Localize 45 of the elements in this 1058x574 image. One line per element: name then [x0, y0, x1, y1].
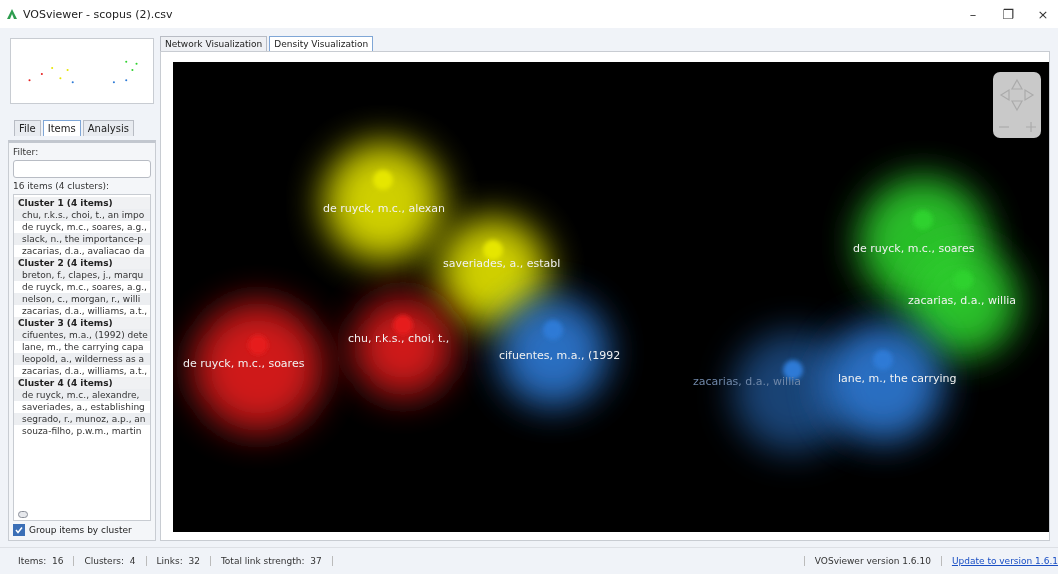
filter-field[interactable]: [13, 160, 151, 178]
view-tab[interactable]: Network Visualization: [160, 36, 268, 51]
checkmark-icon: [15, 526, 23, 534]
cluster-item[interactable]: Cluster 4 (4 items): [14, 377, 150, 389]
status-item: Items: 16: [8, 556, 75, 566]
node-label: de ruyck, m.c., soares: [183, 357, 305, 370]
window-control[interactable]: ×: [1028, 6, 1058, 22]
update-link[interactable]: Update to version 1.6.1: [941, 556, 1058, 566]
list-item[interactable]: de ruyck, m.c., alexandre,: [14, 389, 150, 401]
node-label: saveriades, a., establ: [443, 257, 561, 270]
node-label: de ruyck, m.c., alexan: [323, 202, 445, 215]
cluster-item[interactable]: Cluster 2 (4 items): [14, 257, 150, 269]
items-summary: 16 items (4 clusters):: [13, 181, 110, 191]
list-item[interactable]: slack, n., the importance-p: [14, 233, 150, 245]
status-item: Total link strength: 37: [210, 556, 333, 566]
group-by-cluster-checkbox[interactable]: Group items by cluster: [13, 524, 151, 536]
status-item: Links: 32: [146, 556, 211, 566]
node-label: zacarias, d.a., willia: [908, 294, 1017, 307]
list-item[interactable]: breton, f., clapes, j., marqu: [14, 269, 150, 281]
version-text: VOSviewer version 1.6.10: [803, 556, 942, 566]
node-label: chu, r.k.s., choi, t.,: [348, 332, 450, 345]
panel-tab[interactable]: Items: [42, 120, 81, 136]
app-logo-icon: [6, 8, 18, 20]
overview-map[interactable]: [10, 38, 154, 104]
list-item[interactable]: cifuentes, m.a., (1992) dete: [14, 329, 150, 341]
navigation-pad-icon[interactable]: [993, 72, 1041, 138]
panel-tab[interactable]: Analysis: [82, 120, 134, 136]
scrollbar-thumb-icon[interactable]: [18, 511, 28, 518]
cluster-item[interactable]: Cluster 3 (4 items): [14, 317, 150, 329]
list-item[interactable]: segrado, r., munoz, a.p., an: [14, 413, 150, 425]
list-item[interactable]: leopold, a., wilderness as a: [14, 353, 150, 365]
window-control[interactable]: ❐: [993, 6, 1023, 22]
cluster-item[interactable]: Cluster 1 (4 items): [14, 197, 150, 209]
list-item[interactable]: nelson, c., morgan, r., willi: [14, 293, 150, 305]
list-item[interactable]: chu, r.k.s., choi, t., an impo: [14, 209, 150, 221]
status-item: Clusters: 4: [74, 556, 147, 566]
node-label: cifuentes, m.a., (1992: [499, 349, 621, 362]
filter-label: Filter:: [13, 147, 39, 157]
node-label: lane, m., the carrying: [838, 372, 957, 385]
window-control[interactable]: –: [958, 6, 988, 22]
node-label: zacarias, d.a., willia: [693, 375, 802, 388]
node-label: de ruyck, m.c., soares: [853, 242, 975, 255]
panel-tab[interactable]: File: [14, 120, 41, 136]
view-tab[interactable]: Density Visualization: [269, 36, 374, 51]
window-title: VOSviewer - scopus (2).csv: [23, 7, 174, 21]
